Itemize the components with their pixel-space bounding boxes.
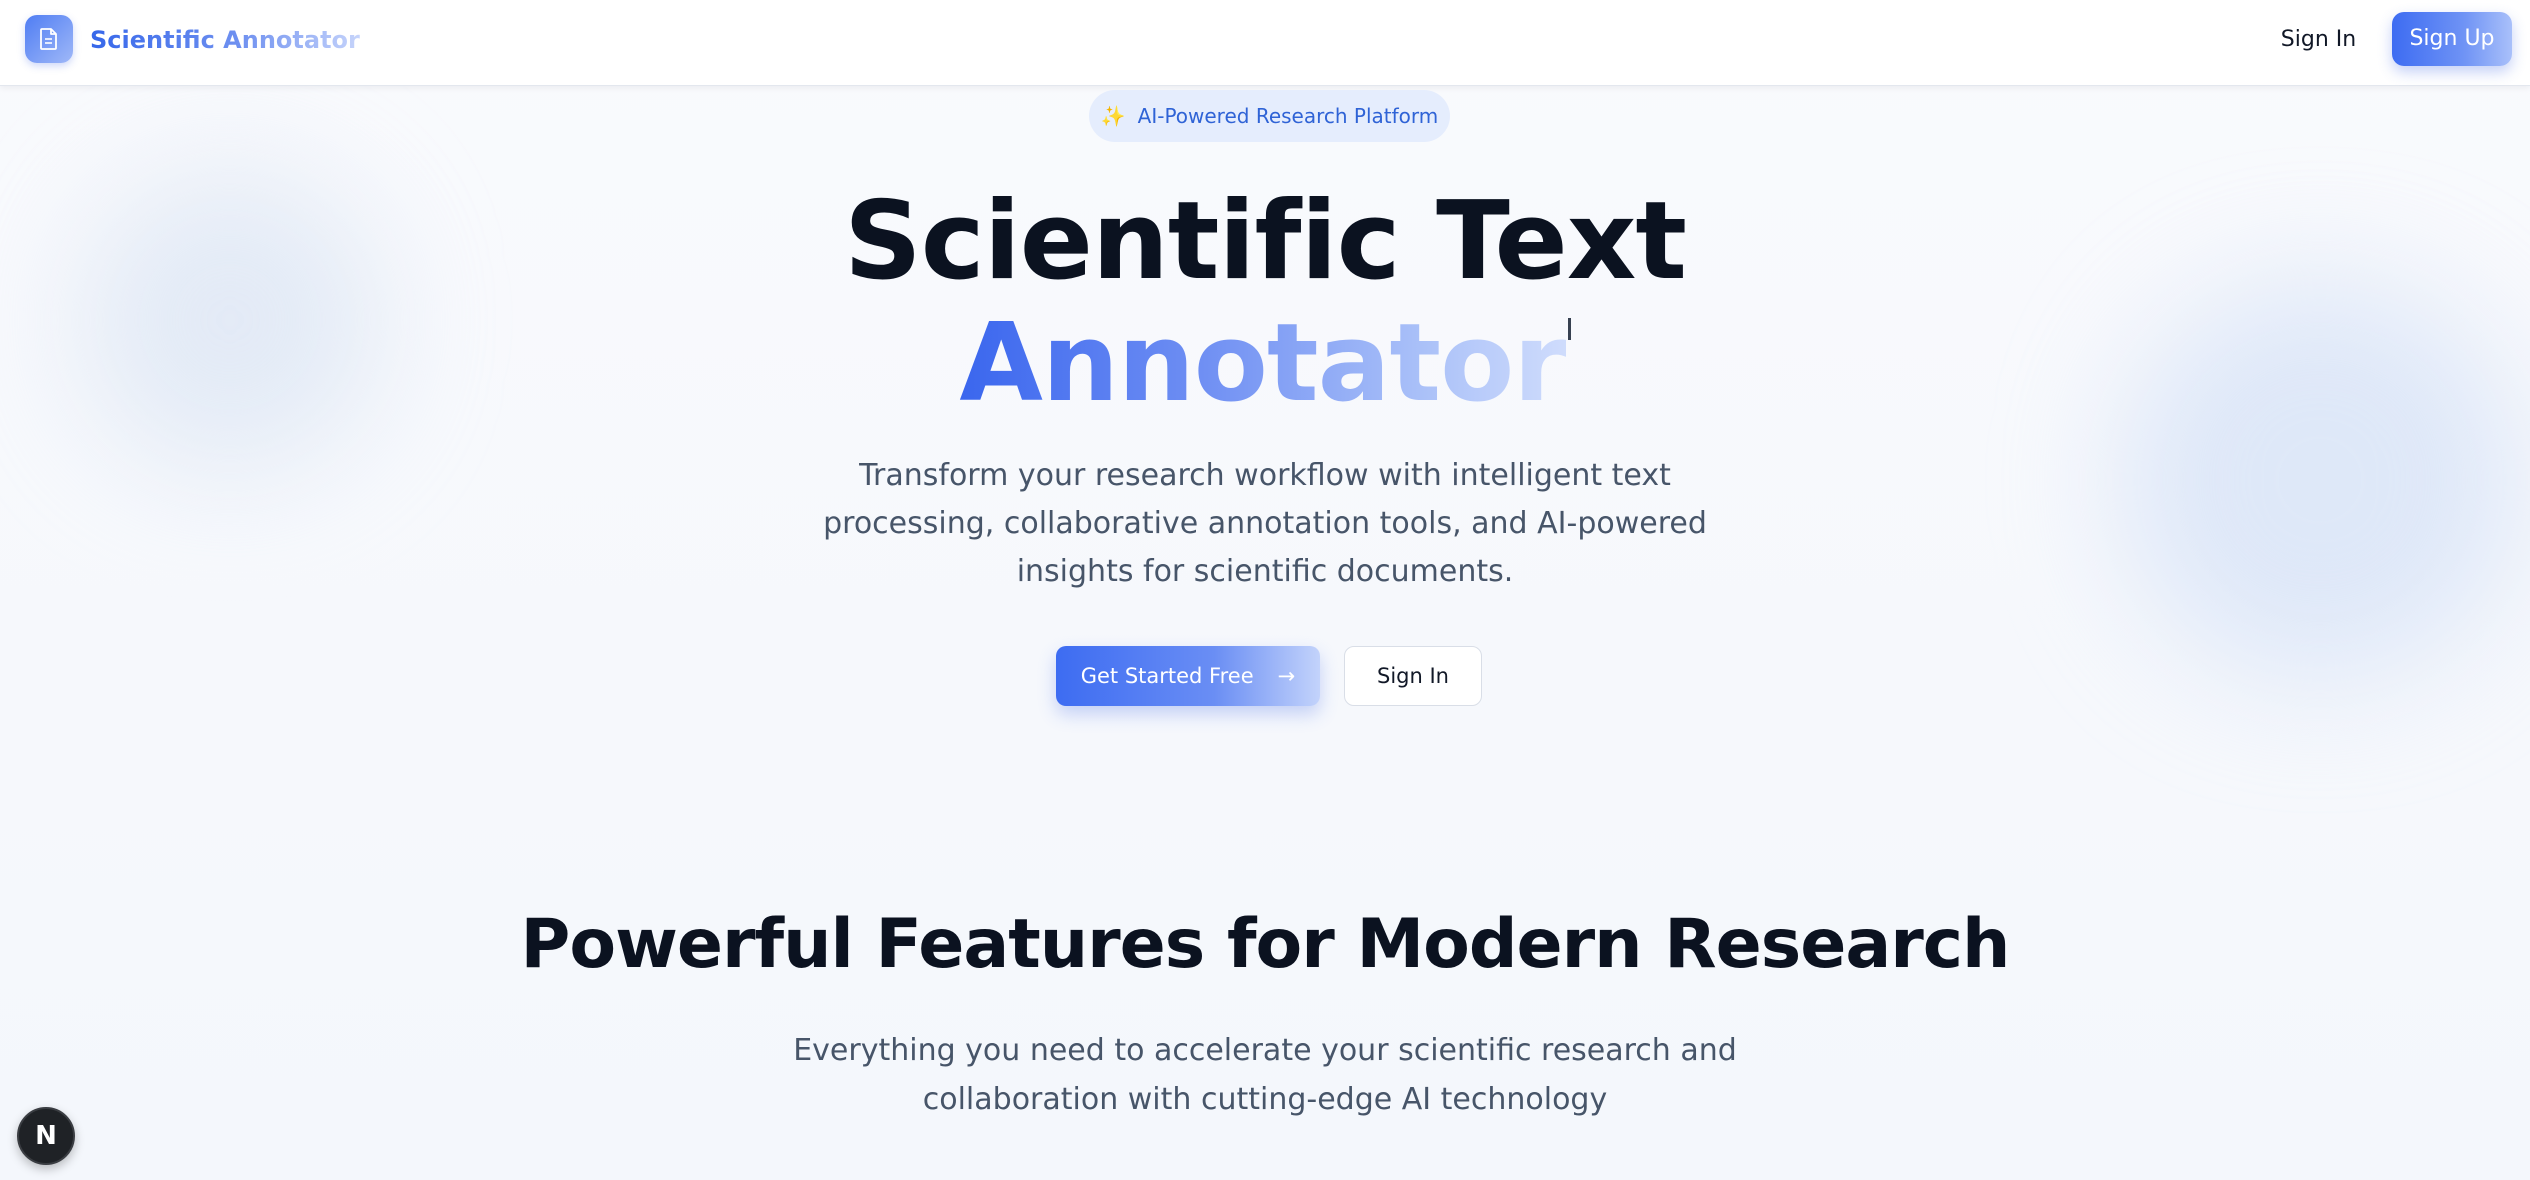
hero-title-line1: Scientific Text	[843, 179, 1687, 304]
top-navbar: Scientific Annotator Sign In Sign Up	[0, 0, 2530, 86]
hero-sign-in-button[interactable]: Sign In	[1344, 646, 1482, 706]
document-icon	[40, 28, 57, 50]
hero-badge-label: AI-Powered Research Platform	[1137, 104, 1439, 128]
typing-caret	[1567, 318, 1571, 340]
get-started-label: Get Started Free	[1080, 664, 1254, 688]
features-heading: Powerful Features for Modern Research	[520, 905, 2011, 984]
hero-title-line2-wrapper: Annotator	[0, 300, 2530, 428]
hero-title-line2: Annotator	[959, 301, 1566, 426]
landing-page: Scientific Annotator Sign In Sign Up ✨ A…	[0, 0, 2530, 1180]
hero-subtitle: Transform your research workflow with in…	[823, 458, 1707, 589]
nav-sign-in-link[interactable]: Sign In	[2266, 20, 2371, 60]
nextjs-dev-indicator[interactable]: N	[17, 1107, 75, 1165]
sparkles-icon: ✨	[1100, 104, 1126, 128]
features-subtitle: Everything you need to accelerate your s…	[793, 1033, 1737, 1117]
nextjs-icon: N	[35, 1121, 57, 1151]
get-started-button[interactable]: Get Started Free →	[1056, 646, 1320, 706]
logo[interactable]	[25, 15, 73, 63]
hero-badge: ✨ AI-Powered Research Platform	[1089, 90, 1450, 142]
arrow-right-icon: →	[1277, 664, 1296, 688]
nav-sign-up-button[interactable]: Sign Up	[2392, 12, 2512, 66]
brand-name[interactable]: Scientific Annotator	[90, 22, 360, 58]
